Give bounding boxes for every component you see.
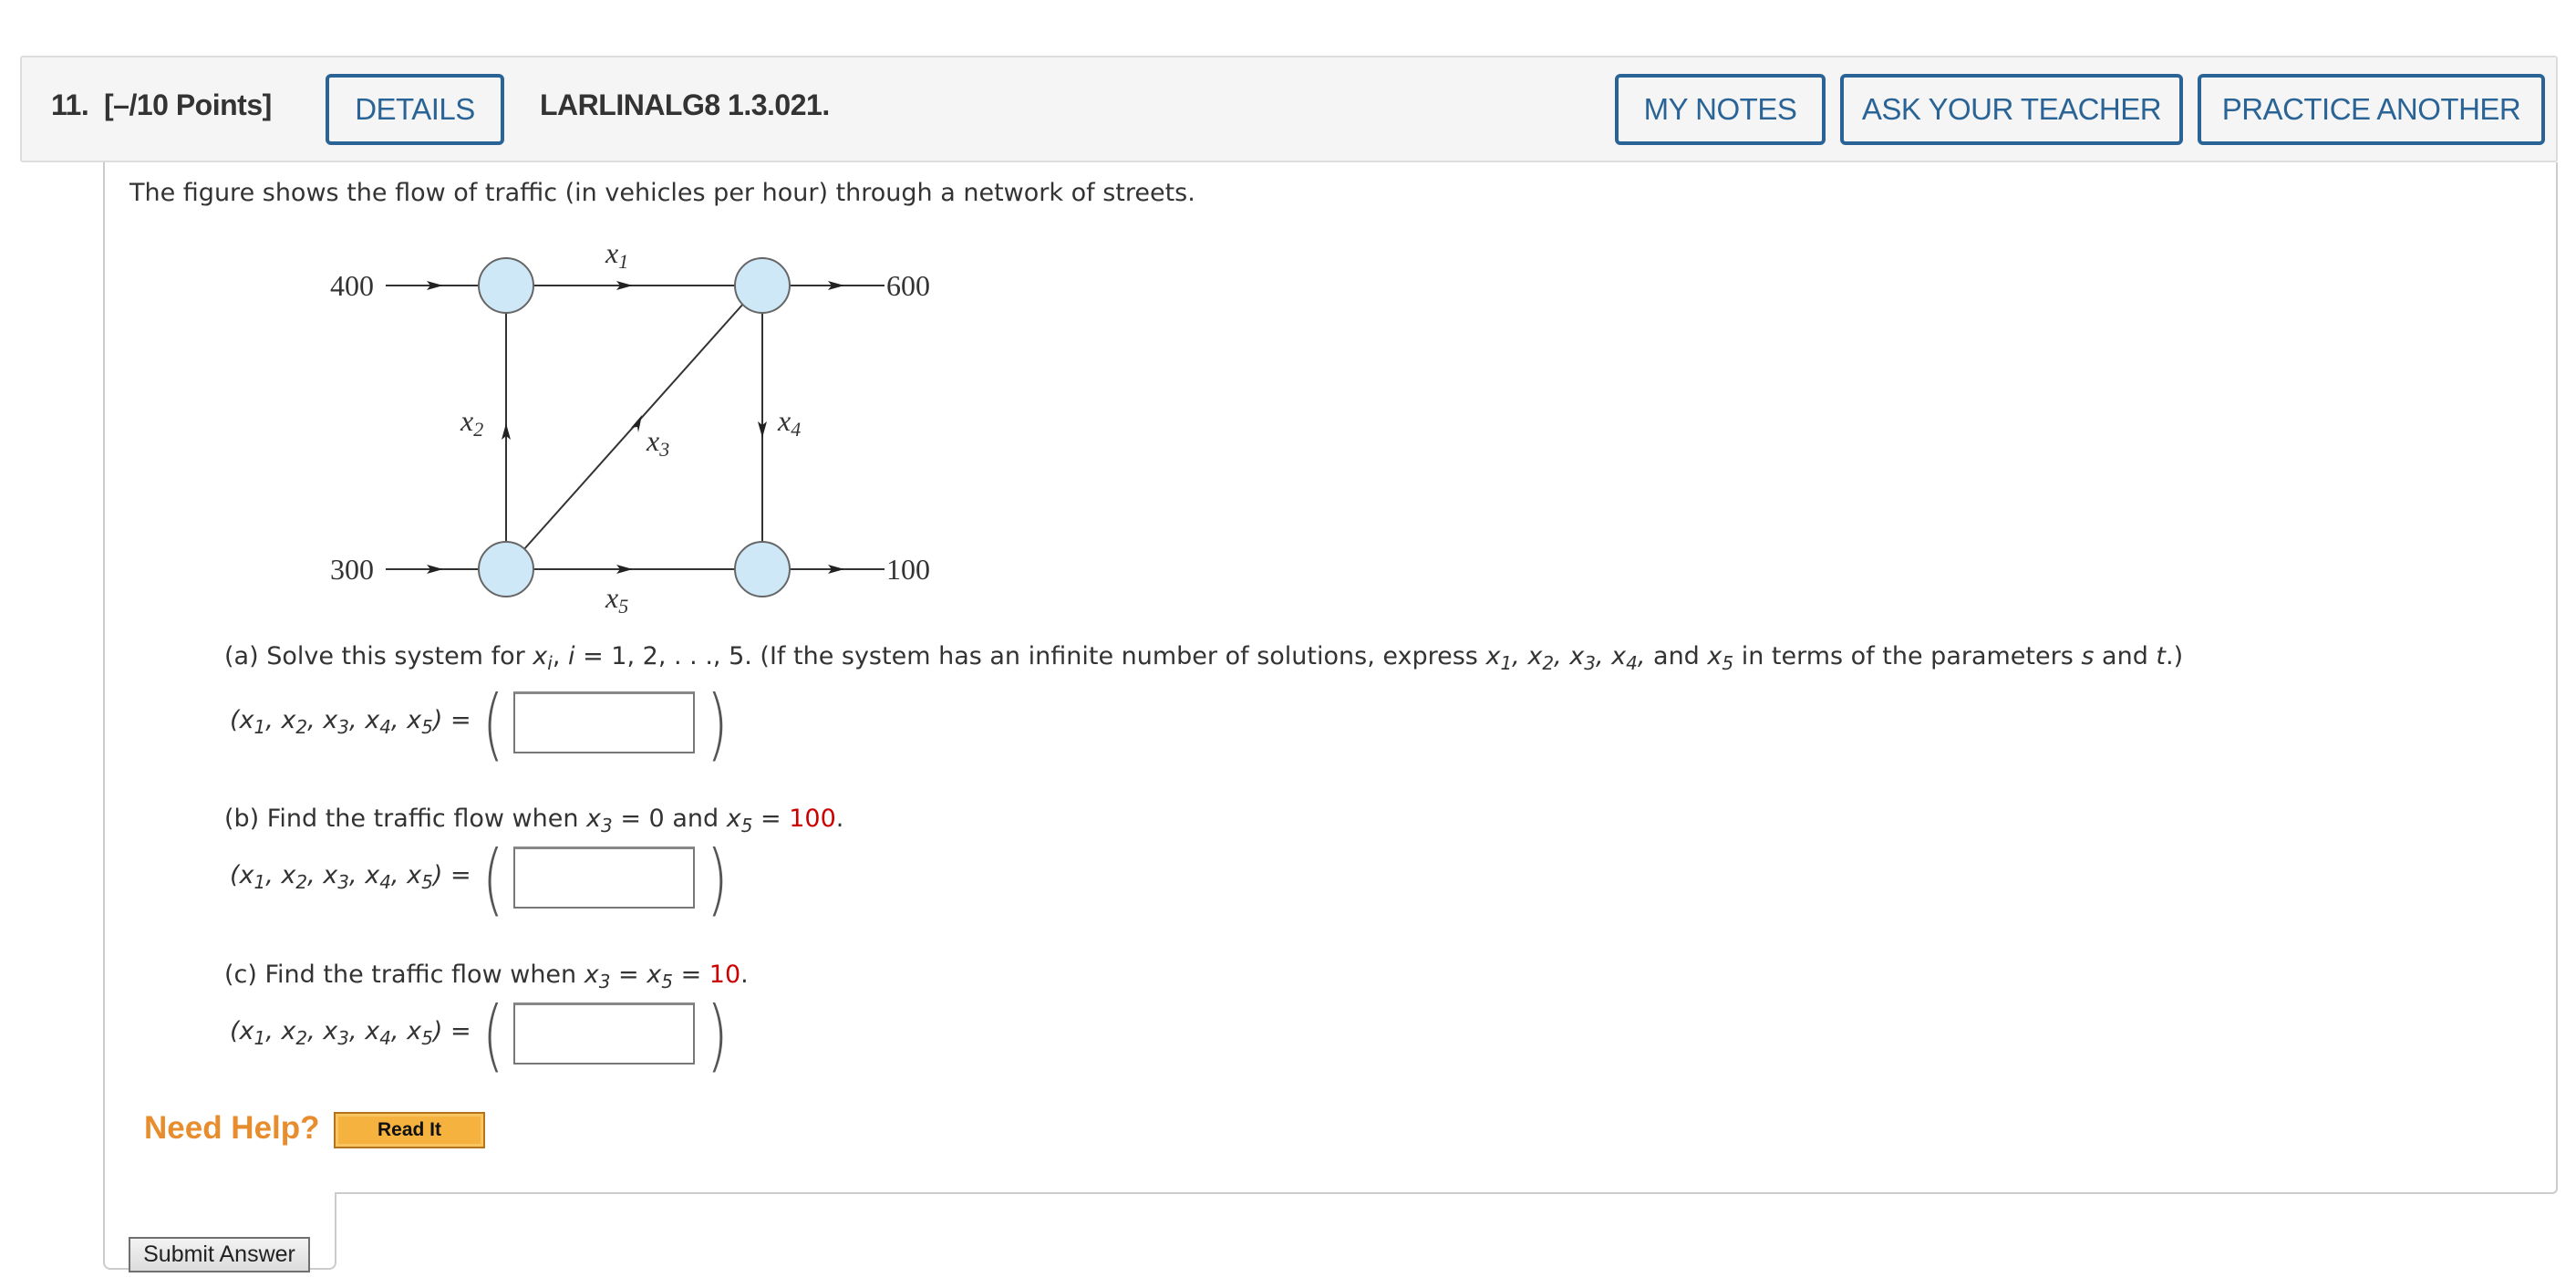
inflow-top-left bbox=[386, 281, 480, 290]
points-label: [–/10 Points] bbox=[104, 88, 272, 121]
node-bottom-left bbox=[478, 541, 534, 597]
equals: = bbox=[672, 961, 709, 989]
node-top-left bbox=[478, 257, 534, 314]
outflow-bottom-right bbox=[789, 565, 885, 574]
edge-x1 bbox=[533, 281, 736, 290]
equals: = bbox=[752, 805, 790, 833]
node-top-right bbox=[734, 257, 791, 314]
part-a-range: = 1, 2, . . ., 5. (If the system has an … bbox=[574, 642, 1486, 670]
question-number-and-points: 11. [–/10 Points] bbox=[51, 88, 272, 122]
part-c-value: 10 bbox=[709, 961, 741, 989]
right-paren: ) bbox=[707, 834, 729, 925]
node-bottom-right bbox=[734, 541, 791, 597]
var-x: x bbox=[533, 642, 548, 670]
need-help-label: Need Help? bbox=[144, 1110, 320, 1146]
right-paren: ) bbox=[707, 990, 729, 1081]
part-a-prefix: (a) Solve this system for bbox=[224, 642, 533, 670]
param-t: t bbox=[2156, 642, 2167, 670]
equals: = bbox=[610, 961, 647, 989]
tuple-label: (x1, x2, x3, x4, x5) = bbox=[230, 706, 471, 738]
period: . bbox=[740, 961, 749, 989]
outflow-label-100: 100 bbox=[886, 553, 930, 586]
edge-label-x4: x4 bbox=[777, 404, 801, 441]
inflow-label-400: 400 bbox=[330, 269, 374, 302]
part-b-value: 100 bbox=[789, 805, 836, 833]
answer-input-a[interactable] bbox=[513, 691, 695, 753]
part-c-prefix: (c) Find the traffic flow when bbox=[224, 961, 585, 989]
details-button[interactable]: DETAILS bbox=[326, 74, 504, 145]
traffic-network-diagram: 400 300 600 100 x1 x2 x3 x4 x5 bbox=[330, 236, 930, 618]
edge-label-x2: x2 bbox=[460, 404, 483, 441]
inflow-bottom-left bbox=[386, 565, 480, 574]
part-a-end: .) bbox=[2166, 642, 2184, 670]
part-b-prefix: (b) Find the traffic flow when bbox=[224, 805, 587, 833]
part-a-tail: in terms of the parameters bbox=[1733, 642, 2082, 670]
part-b-prompt: (b) Find the traffic flow when x3 = 0 an… bbox=[224, 805, 844, 836]
question-code: LARLINALG8 1.3.021. bbox=[540, 88, 830, 121]
edge-x5 bbox=[533, 565, 736, 574]
part-b-cond1: = 0 and bbox=[612, 805, 727, 833]
outflow-label-600: 600 bbox=[886, 269, 930, 302]
tuple-label: (x1, x2, x3, x4, x5) = bbox=[230, 861, 471, 893]
comma: , bbox=[552, 642, 568, 670]
period: . bbox=[835, 805, 844, 833]
edge-label-x5: x5 bbox=[605, 581, 628, 618]
part-c-prompt: (c) Find the traffic flow when x3 = x5 =… bbox=[224, 961, 749, 992]
var-list: x1, x2, x3, x4, bbox=[1485, 642, 1646, 674]
answer-input-c[interactable] bbox=[513, 1002, 695, 1065]
edge-label-x3: x3 bbox=[646, 424, 669, 461]
left-paren: ( bbox=[482, 990, 504, 1081]
edge-x3 bbox=[522, 302, 745, 551]
question-header: 11. [–/10 Points] DETAILS LARLINALG8 1.3… bbox=[20, 56, 2558, 162]
left-paren: ( bbox=[482, 679, 504, 770]
right-paren: ) bbox=[707, 679, 729, 770]
answer-input-b[interactable] bbox=[513, 847, 695, 909]
param-s: s bbox=[2081, 642, 2095, 670]
read-it-button[interactable]: Read It bbox=[334, 1112, 485, 1148]
border-join bbox=[105, 1190, 335, 1196]
left-paren: ( bbox=[482, 834, 504, 925]
tuple-label: (x1, x2, x3, x4, x5) = bbox=[230, 1017, 471, 1049]
edge-x4 bbox=[758, 312, 767, 543]
my-notes-button[interactable]: MY NOTES bbox=[1615, 74, 1826, 145]
part-a-prompt: (a) Solve this system for xi, i = 1, 2, … bbox=[224, 642, 2184, 674]
submit-answer-button[interactable]: Submit Answer bbox=[129, 1237, 310, 1272]
and-text: and bbox=[2094, 642, 2157, 670]
outflow-top-right bbox=[789, 281, 885, 290]
practice-another-button[interactable]: PRACTICE ANOTHER bbox=[2198, 74, 2545, 145]
ask-your-teacher-button[interactable]: ASK YOUR TEACHER bbox=[1840, 74, 2183, 145]
problem-intro: The figure shows the flow of traffic (in… bbox=[129, 179, 1195, 207]
arrow-head-icon bbox=[631, 415, 642, 432]
question-number: 11. bbox=[51, 88, 89, 121]
edge-label-x1: x1 bbox=[605, 236, 628, 273]
var-i: i bbox=[568, 642, 575, 670]
edge-x2 bbox=[502, 312, 511, 543]
inflow-label-300: 300 bbox=[330, 553, 374, 586]
